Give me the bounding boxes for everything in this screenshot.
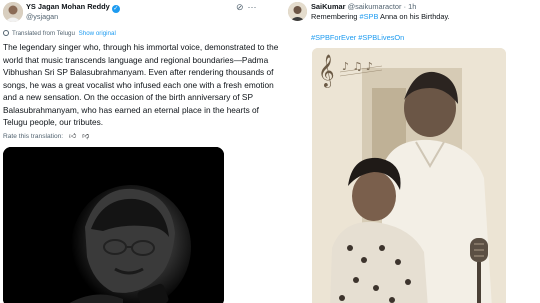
hashtag-spb[interactable]: #SPB (359, 12, 378, 21)
more-icon[interactable]: ··· (248, 2, 257, 12)
separator-dot: · (403, 2, 407, 11)
avatar[interactable] (288, 2, 307, 21)
post-text-prefix: Remembering (311, 12, 360, 21)
post-text: Remembering #SPB Anna on his Birthday. (311, 12, 450, 21)
verified-badge-icon: ✓ (111, 5, 120, 13)
translated-from-label: Translated from Telugu (12, 30, 75, 37)
post-text-suffix: Anna on his Birthday. (378, 12, 450, 21)
right-post: SaiKumar @saikumaractor · 1h Remembering… (286, 0, 540, 303)
rate-translation: Rate this translation: 👍︎ 👎︎ (3, 131, 89, 140)
grok-icon[interactable]: ⊘ (236, 2, 244, 13)
post-actions: ⊘ ··· (232, 2, 257, 13)
left-post: YS Jagan Mohan Reddy ✓ @ysjagan ⊘ ··· Tran… (0, 0, 282, 303)
post-photo[interactable]: 𝄞 ♪ ♫ ♪ (312, 48, 506, 303)
post-time[interactable]: 1h (408, 2, 416, 11)
post-hashtags[interactable]: #SPBForEver #SPBLivesOn (311, 33, 404, 42)
author-handle[interactable]: @saikumaractor (348, 2, 402, 11)
display-name[interactable]: YS Jagan Mohan Reddy (26, 2, 110, 11)
author-handle[interactable]: @ysjagan (26, 12, 58, 21)
singer-photo (3, 147, 224, 303)
thumbs-up-icon[interactable]: 👍︎ (69, 133, 76, 140)
post-text: The legendary singer who, through his im… (3, 42, 279, 127)
rate-translation-label: Rate this translation: (3, 133, 64, 140)
show-original-link[interactable]: Show original (79, 30, 116, 37)
post-photo[interactable] (3, 147, 224, 303)
globe-icon (3, 30, 9, 36)
thumbs-down-icon[interactable]: 👎︎ (82, 133, 89, 140)
author-name-row: SaiKumar @saikumaractor · 1h (311, 2, 416, 12)
display-name[interactable]: SaiKumar (311, 2, 346, 11)
svg-text:𝄞: 𝄞 (318, 54, 335, 88)
vintage-photo: 𝄞 ♪ ♫ ♪ (312, 48, 506, 303)
avatar[interactable] (3, 2, 23, 22)
translated-note: Translated from Telugu Show original (3, 30, 116, 37)
